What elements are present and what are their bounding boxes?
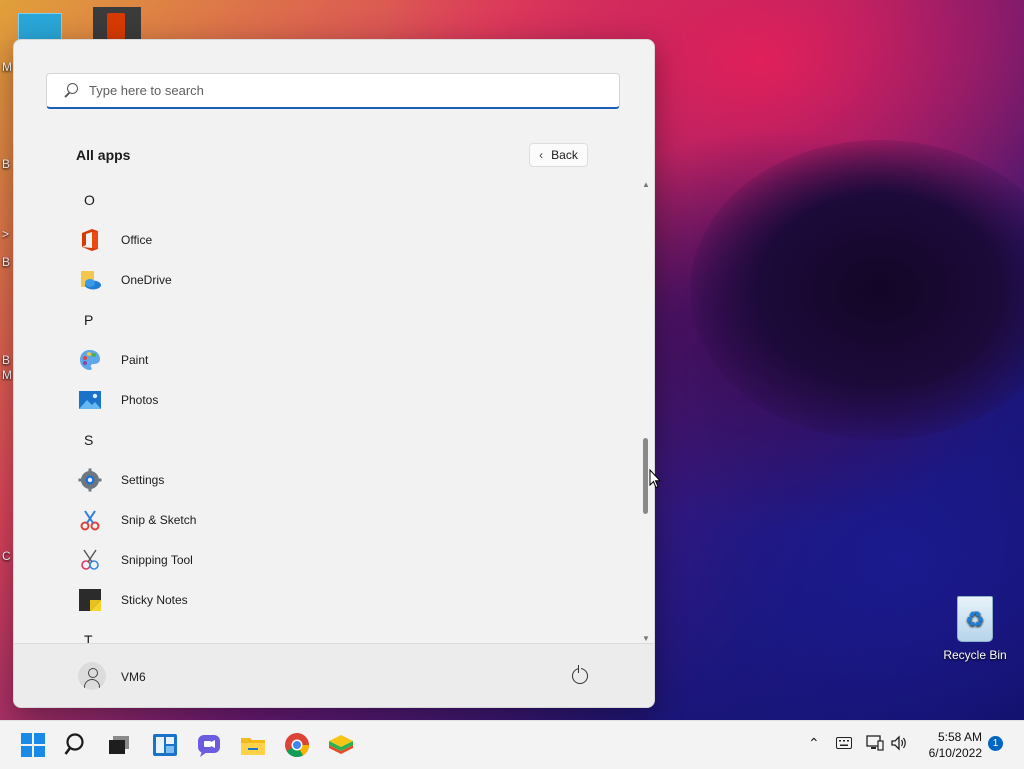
mouse-cursor-icon — [649, 469, 661, 489]
taskbar: ⌃ 5:58 AM 6/10/2022 — [0, 720, 1024, 769]
chat-icon[interactable] — [196, 732, 222, 758]
app-item-sticky-notes[interactable]: Sticky Notes — [14, 580, 634, 620]
section-header-s[interactable]: S — [14, 420, 634, 460]
section-letter: T — [84, 632, 93, 643]
app-item-snipping-tool[interactable]: Snipping Tool — [14, 540, 634, 580]
desktop-label-fragment: B — [2, 255, 11, 269]
search-icon — [63, 82, 79, 99]
user-name[interactable]: VM6 — [121, 670, 146, 684]
app-label: Snipping Tool — [121, 553, 193, 567]
app-label: Office — [121, 233, 153, 247]
app-item-onedrive[interactable]: OneDrive — [14, 260, 634, 300]
app-label: Photos — [121, 393, 159, 407]
section-letter: S — [84, 432, 94, 448]
section-letter: P — [84, 312, 94, 328]
app-label: Settings — [121, 473, 165, 487]
scroll-up-arrow-icon[interactable]: ▲ — [642, 180, 650, 189]
recycle-bin-label: Recycle Bin — [943, 648, 1007, 662]
recycle-bin-icon: ♻ — [957, 596, 993, 642]
task-view-icon[interactable] — [106, 732, 132, 758]
bluestacks-icon[interactable] — [328, 732, 354, 758]
snipping-tool-icon — [81, 549, 99, 570]
section-header-p[interactable]: P — [14, 300, 634, 340]
notification-badge[interactable]: 1 — [988, 736, 1003, 751]
widgets-icon[interactable] — [152, 732, 178, 758]
desktop-icon-office[interactable] — [93, 7, 141, 41]
snip-sketch-icon — [80, 510, 100, 531]
section-header-o[interactable]: O — [14, 180, 634, 220]
desktop-label-fragment: B — [2, 157, 11, 171]
app-list-scrollbar[interactable]: ▲ ▼ — [640, 180, 652, 643]
desktop-label-fragment: M — [2, 368, 12, 382]
desktop-label-fragment: > — [2, 227, 10, 241]
office-icon — [82, 229, 98, 251]
clock[interactable]: 5:58 AM 6/10/2022 — [918, 729, 982, 761]
recycle-bin[interactable]: ♻ Recycle Bin — [940, 596, 1010, 662]
section-letter: O — [84, 192, 95, 208]
app-label: Sticky Notes — [121, 593, 188, 607]
scroll-down-arrow-icon[interactable]: ▼ — [642, 634, 650, 643]
clock-date: 6/10/2022 — [928, 746, 982, 760]
start-menu: Type here to search All apps ‹ Back O Of… — [13, 39, 655, 708]
app-item-settings[interactable]: Settings — [14, 460, 634, 500]
wallpaper-swirl — [690, 140, 1024, 440]
paint-icon — [80, 350, 100, 370]
volume-icon[interactable] — [890, 735, 908, 751]
app-list: O Office OneDrive P Paint Photos S Setti… — [14, 180, 654, 643]
power-icon[interactable] — [572, 665, 588, 684]
desktop-label-fragment: C — [2, 549, 11, 563]
search-placeholder: Type here to search — [89, 83, 204, 98]
app-item-photos[interactable]: Photos — [14, 380, 634, 420]
search-icon[interactable] — [64, 732, 90, 758]
app-item-snip-sketch[interactable]: Snip & Sketch — [14, 500, 634, 540]
photos-icon — [79, 391, 101, 409]
file-explorer-icon[interactable] — [240, 732, 266, 758]
all-apps-title: All apps — [76, 147, 131, 163]
start-icon[interactable] — [20, 732, 46, 758]
chrome-icon[interactable] — [284, 732, 310, 758]
keyboard-icon[interactable] — [836, 737, 852, 749]
app-item-paint[interactable]: Paint — [14, 340, 634, 380]
back-label: Back — [551, 148, 578, 162]
section-header-t[interactable]: T — [14, 620, 634, 643]
user-avatar[interactable] — [78, 662, 106, 690]
start-footer: VM6 — [14, 643, 654, 707]
settings-icon — [78, 468, 102, 492]
app-label: OneDrive — [121, 273, 172, 287]
desktop-label-fragment: M — [2, 60, 12, 74]
app-label: Snip & Sketch — [121, 513, 197, 527]
chevron-left-icon: ‹ — [539, 148, 544, 162]
scroll-thumb[interactable] — [643, 438, 648, 514]
app-label: Paint — [121, 353, 149, 367]
back-button[interactable]: ‹ Back — [529, 143, 588, 167]
search-box[interactable]: Type here to search — [46, 73, 620, 109]
sticky-notes-icon — [79, 589, 101, 611]
app-item-office[interactable]: Office — [14, 220, 634, 260]
chevron-up-icon[interactable]: ⌃ — [808, 735, 820, 752]
network-icon[interactable] — [866, 735, 884, 751]
desktop-label-fragment: B — [2, 353, 11, 367]
onedrive-icon — [81, 271, 101, 290]
clock-time: 5:58 AM — [937, 730, 982, 744]
